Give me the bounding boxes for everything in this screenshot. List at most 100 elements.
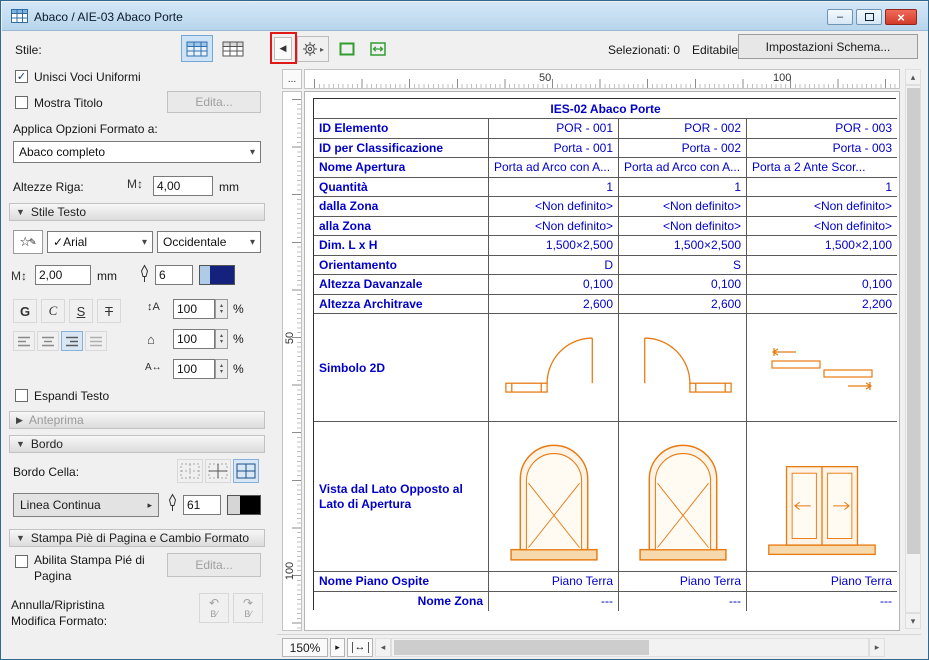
minimize-button[interactable]: –	[827, 9, 853, 25]
char-spacing-spinner[interactable]: ▴▾	[215, 359, 228, 379]
vertical-scrollbar[interactable]	[905, 85, 921, 613]
row-label[interactable]: Dim. L x H	[314, 236, 489, 256]
row-label[interactable]: Simbolo 2D	[314, 314, 489, 422]
cell-value[interactable]: <Non definito>	[489, 197, 619, 217]
line-spacing-input[interactable]	[173, 299, 215, 319]
border-pen-color-swatch[interactable]	[227, 495, 261, 515]
row-label[interactable]: Nome Zona	[314, 592, 489, 612]
mostra-titolo-checkbox[interactable]	[15, 96, 28, 109]
elevation-cell[interactable]	[619, 422, 747, 572]
cell-value[interactable]: <Non definito>	[747, 197, 897, 217]
undo-format-button[interactable]: ↶ B∕	[199, 593, 229, 623]
text-size-input[interactable]	[35, 265, 91, 285]
scroll-left-button[interactable]: ◂	[375, 638, 391, 657]
cell-value[interactable]: POR - 001	[489, 119, 619, 139]
edita-titolo-button[interactable]: Edita...	[167, 91, 261, 113]
abilita-stampa-checkbox[interactable]	[15, 555, 28, 568]
horizontal-scrollbar[interactable]	[391, 638, 869, 657]
scroll-up-button[interactable]: ▴	[905, 69, 921, 85]
anteprima-section-header[interactable]: ▶ Anteprima	[9, 411, 265, 429]
cell-value[interactable]: Porta a 2 Ante Scor...	[747, 158, 897, 178]
table-title[interactable]: IES-02 Abaco Porte	[314, 99, 897, 119]
elevation-cell[interactable]	[489, 422, 619, 572]
bold-button[interactable]: G	[13, 299, 37, 323]
cell-value[interactable]: <Non definito>	[489, 217, 619, 237]
cell-value[interactable]: D	[489, 256, 619, 276]
cell-value[interactable]: S	[619, 256, 747, 276]
cell-value[interactable]: Porta - 002	[619, 139, 747, 159]
zoom-level-button[interactable]: 150%	[282, 638, 328, 657]
unisci-voci-checkbox[interactable]: ✓	[15, 70, 28, 83]
cell-value[interactable]: 1	[747, 178, 897, 198]
cell-value[interactable]: Piano Terra	[747, 572, 897, 592]
scroll-right-button[interactable]: ▸	[869, 638, 885, 657]
cell-value[interactable]: Piano Terra	[619, 572, 747, 592]
symbol-2d-cell[interactable]	[619, 314, 747, 422]
fit-selection-button[interactable]	[364, 36, 391, 62]
favorites-button[interactable]: ☆ ✎	[13, 230, 43, 254]
row-label[interactable]: alla Zona	[314, 217, 489, 237]
cell-value[interactable]: 0,100	[747, 275, 897, 295]
applica-dropdown[interactable]: Abaco completo ▾	[13, 141, 261, 163]
maximize-button[interactable]	[856, 9, 882, 25]
para-spacing-spinner[interactable]: ▴▾	[215, 329, 228, 349]
select-area-button[interactable]	[333, 36, 360, 62]
cell-value[interactable]: 1	[489, 178, 619, 198]
zoom-menu-button[interactable]: ▸	[330, 638, 345, 657]
row-label[interactable]: Vista dal Lato Opposto al Lato di Apertu…	[314, 422, 489, 572]
para-spacing-input[interactable]	[173, 329, 215, 349]
cell-value[interactable]: ---	[747, 592, 897, 612]
script-dropdown[interactable]: Occidentale ▾	[157, 231, 261, 253]
cell-value[interactable]: Porta - 001	[489, 139, 619, 159]
edita-stampa-button[interactable]: Edita...	[167, 553, 261, 577]
cell-value[interactable]: POR - 002	[619, 119, 747, 139]
close-button[interactable]: ×	[885, 9, 917, 25]
row-label[interactable]: ID per Classificazione	[314, 139, 489, 159]
cell-value[interactable]: 1	[619, 178, 747, 198]
cell-value[interactable]: Piano Terra	[489, 572, 619, 592]
row-label[interactable]: dalla Zona	[314, 197, 489, 217]
border-pen-input[interactable]	[183, 495, 221, 515]
line-spacing-spinner[interactable]: ▴▾	[215, 299, 228, 319]
cell-value[interactable]: 1,500×2,500	[619, 236, 747, 256]
ruler-corner-button[interactable]: ...	[282, 69, 302, 89]
bordo-section-header[interactable]: ▼ Bordo	[9, 435, 265, 453]
border-all-button[interactable]	[233, 459, 259, 483]
row-label[interactable]: Quantità	[314, 178, 489, 198]
align-left-button[interactable]	[13, 331, 35, 351]
stampa-section-header[interactable]: ▼ Stampa Piè di Pagina e Cambio Formato	[9, 529, 265, 547]
redo-format-button[interactable]: ↷ B∕	[233, 593, 263, 623]
row-label[interactable]: Nome Apertura	[314, 158, 489, 178]
cell-value[interactable]: <Non definito>	[619, 197, 747, 217]
cell-value[interactable]: ---	[619, 592, 747, 612]
cell-value[interactable]: 2,200	[747, 295, 897, 315]
row-label[interactable]: Altezza Davanzale	[314, 275, 489, 295]
cell-value[interactable]: <Non definito>	[619, 217, 747, 237]
cell-value[interactable]: 1,500×2,100	[747, 236, 897, 256]
horizontal-ruler[interactable]: 50 100	[304, 69, 900, 89]
border-inner-button[interactable]	[205, 459, 231, 483]
vertical-ruler[interactable]: 50 100	[282, 91, 302, 631]
symbol-2d-cell[interactable]	[747, 314, 897, 422]
align-center-button[interactable]	[37, 331, 59, 351]
row-label[interactable]: Orientamento	[314, 256, 489, 276]
cell-value[interactable]: POR - 003	[747, 119, 897, 139]
espandi-testo-checkbox[interactable]	[15, 389, 28, 402]
underline-button[interactable]: S	[69, 299, 93, 323]
text-pen-color-swatch[interactable]	[199, 265, 235, 285]
collapse-panel-button[interactable]: ◀	[274, 37, 292, 60]
schedule-table[interactable]: IES-02 Abaco Porte ID Elemento POR - 001…	[313, 98, 896, 610]
stile-testo-section-header[interactable]: ▼ Stile Testo	[9, 203, 265, 221]
char-spacing-input[interactable]	[173, 359, 215, 379]
style-grid-plain-button[interactable]	[217, 35, 249, 62]
cell-value[interactable]: ---	[489, 592, 619, 612]
cell-value[interactable]	[747, 256, 897, 276]
cell-value[interactable]: <Non definito>	[747, 217, 897, 237]
border-none-button[interactable]	[177, 459, 203, 483]
cell-value[interactable]: 0,100	[619, 275, 747, 295]
align-right-button[interactable]	[61, 331, 83, 351]
schema-display-options-button[interactable]: ▸	[297, 36, 329, 62]
horizontal-scroll-thumb[interactable]	[394, 640, 649, 655]
strikethrough-button[interactable]: T	[97, 299, 121, 323]
cell-value[interactable]: 0,100	[489, 275, 619, 295]
